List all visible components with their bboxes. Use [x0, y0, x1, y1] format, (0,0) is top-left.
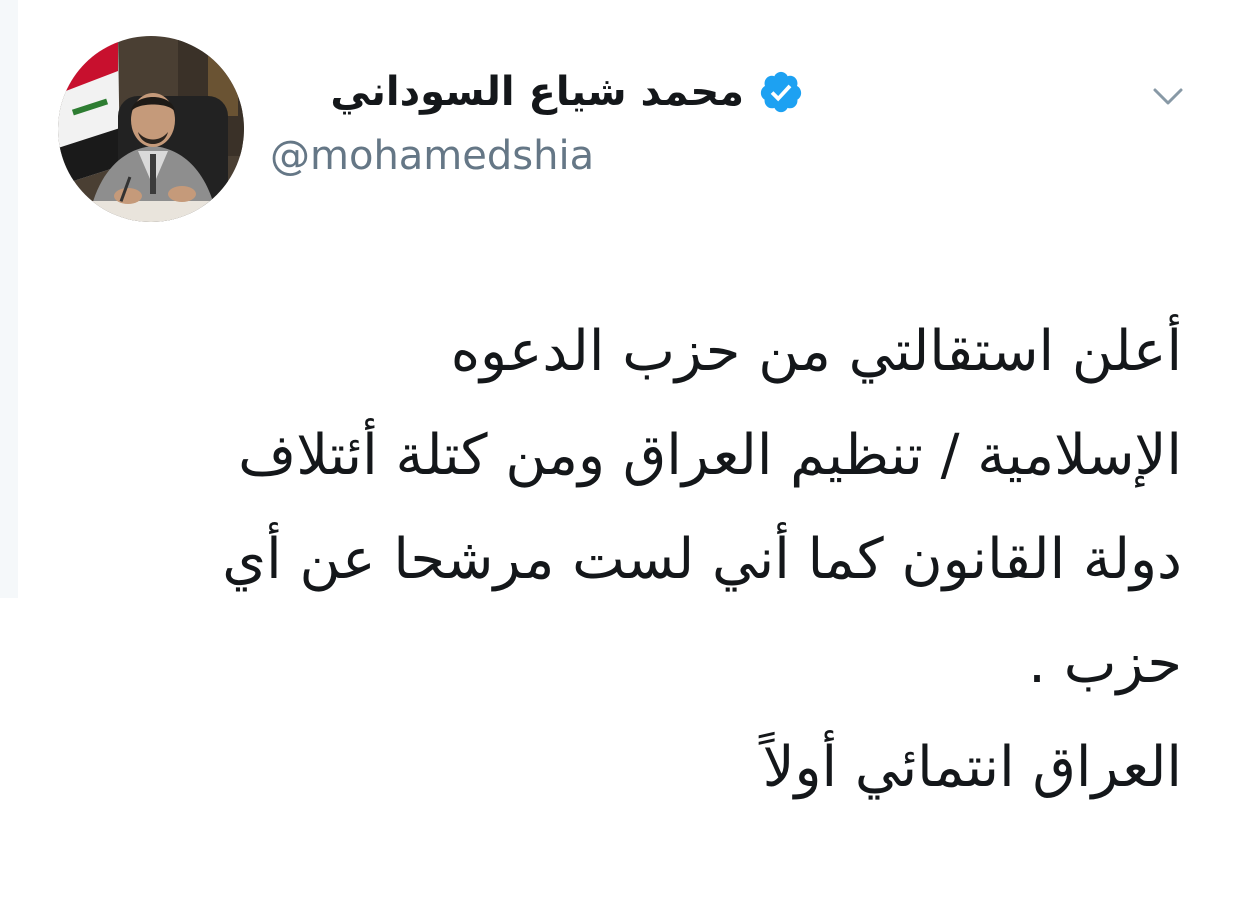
verified-badge-icon	[760, 71, 802, 113]
tweet-text: أعلن استقالتي من حزب الدعوه الإسلامية / …	[222, 300, 1182, 820]
tweet-text-line: حزب .	[1028, 631, 1182, 696]
left-divider	[0, 0, 18, 598]
tweet-text-line: الإسلامية / تنظيم العراق ومن كتلة أئتلاف	[238, 423, 1182, 488]
chevron-down-icon[interactable]	[1150, 78, 1186, 114]
tweet-text-line: أعلن استقالتي من حزب الدعوه	[450, 319, 1182, 384]
author-handle[interactable]: @mohamedshia	[270, 128, 594, 184]
profile-photo	[58, 36, 244, 222]
tweet-text-line: دولة القانون كما أني لست مرشحا عن أي	[222, 527, 1182, 592]
author-name-row[interactable]: محمد شياع السوداني	[330, 60, 804, 124]
author-display-name[interactable]: محمد شياع السوداني	[330, 64, 744, 120]
tweet-text-line: العراق انتمائي أولاً	[762, 735, 1182, 800]
avatar[interactable]	[58, 36, 244, 222]
tweet-card: محمد شياع السوداني @mohamedshia أعلن است…	[0, 0, 1242, 903]
